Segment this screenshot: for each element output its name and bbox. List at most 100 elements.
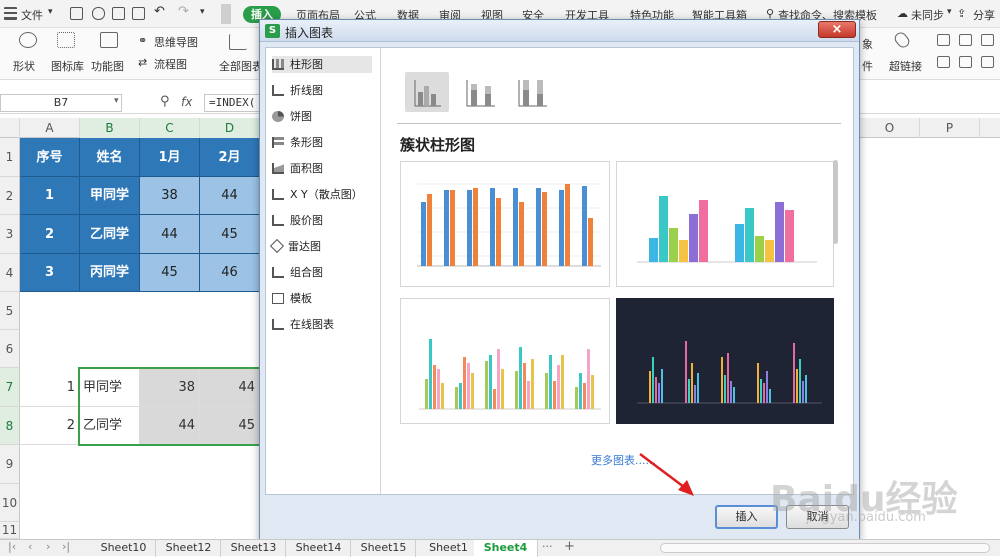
fx-icon[interactable]: fx [181,95,192,109]
table-cell[interactable]: 44 [200,177,260,215]
print-icon[interactable] [112,7,125,20]
sync-status[interactable]: 未同步 [911,7,944,23]
column-A[interactable]: A [20,118,80,138]
sheet-tab[interactable]: Sheet10 [92,540,156,557]
dropdown-icon[interactable]: ▾ [48,7,53,17]
table-cell[interactable]: 1 [20,177,80,215]
menu-icon[interactable] [4,7,17,20]
category-pie[interactable]: 饼图 [272,108,372,125]
category-online[interactable]: 在线图表 [272,316,372,333]
select-all-corner[interactable] [0,118,20,138]
category-template[interactable]: 模板 [272,290,372,307]
all-charts-button[interactable]: 全部图表 [219,58,263,74]
table-cell[interactable]: 45 [200,215,260,254]
function-chart-button[interactable]: 功能图 [91,58,124,74]
sheet-tab[interactable]: Sheet13 [222,540,286,557]
row-2[interactable]: 2 [0,177,20,215]
row-7[interactable]: 7 [0,368,20,407]
symbol-icon[interactable] [981,34,994,46]
column-B[interactable]: B [80,118,140,138]
sheet-tab[interactable]: Sheet1 [417,540,481,557]
close-icon[interactable]: × [818,21,856,38]
shape-button[interactable]: 形状 [13,58,35,74]
row-10[interactable]: 10 [0,484,20,522]
category-line[interactable]: 折线图 [272,82,372,99]
table-header-cell[interactable]: 序号 [20,138,80,177]
table-header-cell[interactable]: 姓名 [80,138,140,177]
table-cell[interactable]: 46 [200,254,260,292]
category-column[interactable]: 柱形图 [272,56,372,73]
redo-icon[interactable]: ↷ [178,4,189,19]
undo-icon[interactable]: ↶ [154,4,165,19]
row-1[interactable]: 1 [0,138,20,177]
category-combo[interactable]: 组合图 [272,264,372,281]
more-sheets-icon[interactable]: ··· [542,540,553,553]
column-D[interactable]: D [200,118,260,138]
stacked-column-subtype[interactable] [459,72,503,112]
name-box-dropdown-icon[interactable]: ▾ [114,96,119,106]
category-area[interactable]: 面积图 [272,160,372,177]
column-C[interactable]: C [140,118,200,138]
category-scatter[interactable]: X Y（散点图） [272,186,372,203]
formula-input[interactable]: =INDEX( [204,94,262,112]
export-icon[interactable] [92,7,105,20]
sync-dropdown-icon[interactable]: ▾ [947,7,952,17]
more-icon[interactable]: ▾ [200,7,205,17]
preview-scrollbar[interactable] [833,160,838,244]
sheet-tab[interactable]: Sheet14 [287,540,351,557]
wordart-icon[interactable] [959,34,972,46]
row-4[interactable]: 4 [0,254,20,292]
table-cell[interactable]: 3 [20,254,80,292]
table-cell[interactable]: 丙同学 [80,254,140,292]
row-3[interactable]: 3 [0,215,20,254]
flowchart-button[interactable]: 流程图 [154,56,187,72]
object-button[interactable]: 象 [862,36,873,52]
category-bar[interactable]: 条形图 [272,134,372,151]
table-cell[interactable]: 乙同学 [80,215,140,254]
chart-template-3[interactable] [400,298,610,424]
insert-button[interactable]: 插入 [715,505,778,529]
shape-icon[interactable] [19,32,37,48]
row-6[interactable]: 6 [0,330,20,368]
row-11[interactable]: 11 [0,522,20,539]
column-O[interactable]: O [860,118,920,138]
first-sheet-icon[interactable]: |‹ [8,540,16,553]
hyperlink-icon[interactable] [892,30,912,50]
icon-library-button[interactable]: 图标库 [51,58,84,74]
attachment-button[interactable]: 件 [862,58,873,74]
function-chart-icon[interactable] [100,32,118,48]
category-stock[interactable]: 股价图 [272,212,372,229]
mindmap-button[interactable]: 思维导图 [154,34,198,50]
header-icon[interactable] [937,56,950,68]
collapse-arrow[interactable] [221,4,231,24]
save-icon[interactable] [70,7,83,20]
chart-template-4[interactable] [616,298,834,424]
signature-icon[interactable] [959,56,972,68]
result-cell[interactable]: 2 [20,407,80,445]
equation-icon[interactable] [981,56,994,68]
print-preview-icon[interactable] [132,7,145,20]
row-5[interactable]: 5 [0,292,20,330]
column-P[interactable]: P [920,118,980,138]
name-box[interactable]: B7 [0,94,122,112]
percent-column-subtype[interactable] [511,72,555,112]
dialog-titlebar[interactable]: S 插入图表 × [260,20,859,42]
all-charts-icon[interactable] [229,34,247,50]
next-sheet-icon[interactable]: › [46,540,50,553]
clustered-column-subtype[interactable] [405,72,449,112]
add-sheet-icon[interactable]: + [564,539,575,554]
chart-template-2[interactable] [616,161,834,287]
table-cell[interactable]: 2 [20,215,80,254]
zoom-icon[interactable]: ⚲ [160,94,170,109]
prev-sheet-icon[interactable]: ‹ [28,540,32,553]
table-cell[interactable]: 38 [140,177,200,215]
row-8[interactable]: 8 [0,407,20,445]
category-radar[interactable]: 雷达图 [269,238,372,255]
table-header-cell[interactable]: 2月 [200,138,260,177]
sheet-tab[interactable]: Sheet12 [157,540,221,557]
table-header-cell[interactable]: 1月 [140,138,200,177]
chart-template-1[interactable] [400,161,610,287]
horizontal-scrollbar[interactable] [660,543,990,553]
share-button[interactable]: 分享 [973,7,995,23]
last-sheet-icon[interactable]: ›| [62,540,70,553]
